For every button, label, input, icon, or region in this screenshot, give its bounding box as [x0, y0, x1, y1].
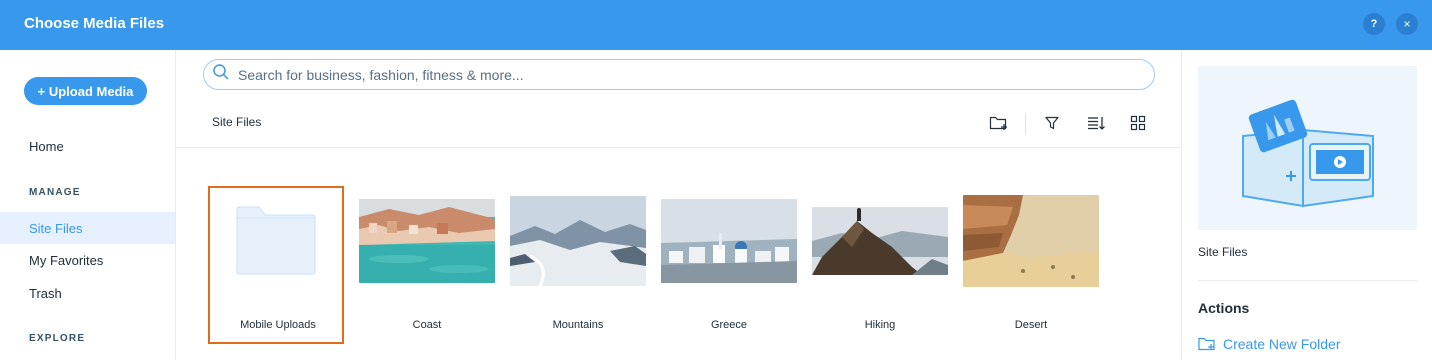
file-label: Desert: [1014, 319, 1048, 331]
file-label: Mountains: [552, 319, 604, 331]
file-label: Mobile Uploads: [240, 319, 316, 331]
file-tile-hiking[interactable]: Hiking: [812, 186, 948, 344]
sidebar-item-site-files[interactable]: Site Files: [0, 212, 175, 244]
sort-icon[interactable]: [1086, 113, 1106, 133]
greece-thumbnail: [661, 186, 797, 296]
search-icon: [212, 63, 230, 86]
file-tile-greece[interactable]: Greece: [661, 186, 797, 344]
panel-divider: [1198, 280, 1417, 281]
create-new-folder-label: Create New Folder: [1223, 336, 1341, 352]
sidebar-item-home[interactable]: Home: [0, 130, 175, 162]
search-input[interactable]: [238, 66, 1138, 83]
file-label: Greece: [710, 319, 748, 331]
add-folder-icon[interactable]: [989, 113, 1009, 133]
title-bar: Choose Media Files ? ×: [0, 0, 1432, 50]
header-divider: [176, 147, 1182, 148]
mountains-thumbnail: [510, 186, 646, 296]
details-panel: Site Files Actions Create New Folder: [1182, 50, 1432, 360]
file-tile-desert[interactable]: Desert: [963, 186, 1099, 344]
site-files-illustration: [1198, 66, 1417, 230]
explore-heading: EXPLORE: [29, 333, 86, 344]
file-label: Coast: [412, 319, 442, 331]
selected-folder-name: Site Files: [1198, 245, 1248, 259]
file-label: Hiking: [864, 319, 896, 331]
sidebar-item-my-favorites[interactable]: My Favorites: [0, 244, 175, 276]
file-tile-mobile-uploads[interactable]: Mobile Uploads: [208, 186, 344, 344]
upload-media-button[interactable]: + Upload Media: [24, 77, 147, 105]
actions-heading: Actions: [1198, 300, 1250, 316]
file-tile-mountains[interactable]: Mountains: [510, 186, 646, 344]
toolbar-divider: [1025, 113, 1026, 135]
sidebar: + Upload Media Home MANAGE Site Files My…: [0, 50, 175, 360]
breadcrumb: Site Files: [212, 115, 262, 129]
help-button[interactable]: ?: [1363, 13, 1385, 35]
coast-thumbnail: [359, 186, 495, 296]
file-tile-coast[interactable]: Coast: [359, 186, 495, 344]
close-button[interactable]: ×: [1396, 13, 1418, 35]
manage-heading: MANAGE: [29, 187, 81, 198]
window-title: Choose Media Files: [24, 15, 165, 32]
create-new-folder-link[interactable]: Create New Folder: [1198, 336, 1341, 352]
search-bar[interactable]: [203, 59, 1155, 90]
grid-view-icon[interactable]: [1128, 113, 1148, 133]
folder-icon: [208, 186, 344, 296]
sidebar-item-trash[interactable]: Trash: [0, 277, 175, 309]
desert-thumbnail: [963, 186, 1099, 296]
filter-icon[interactable]: [1042, 113, 1062, 133]
main-panel: Site Files Mobile Uploads: [175, 50, 1182, 360]
hiking-thumbnail: [812, 186, 948, 296]
create-folder-icon: [1198, 337, 1215, 351]
